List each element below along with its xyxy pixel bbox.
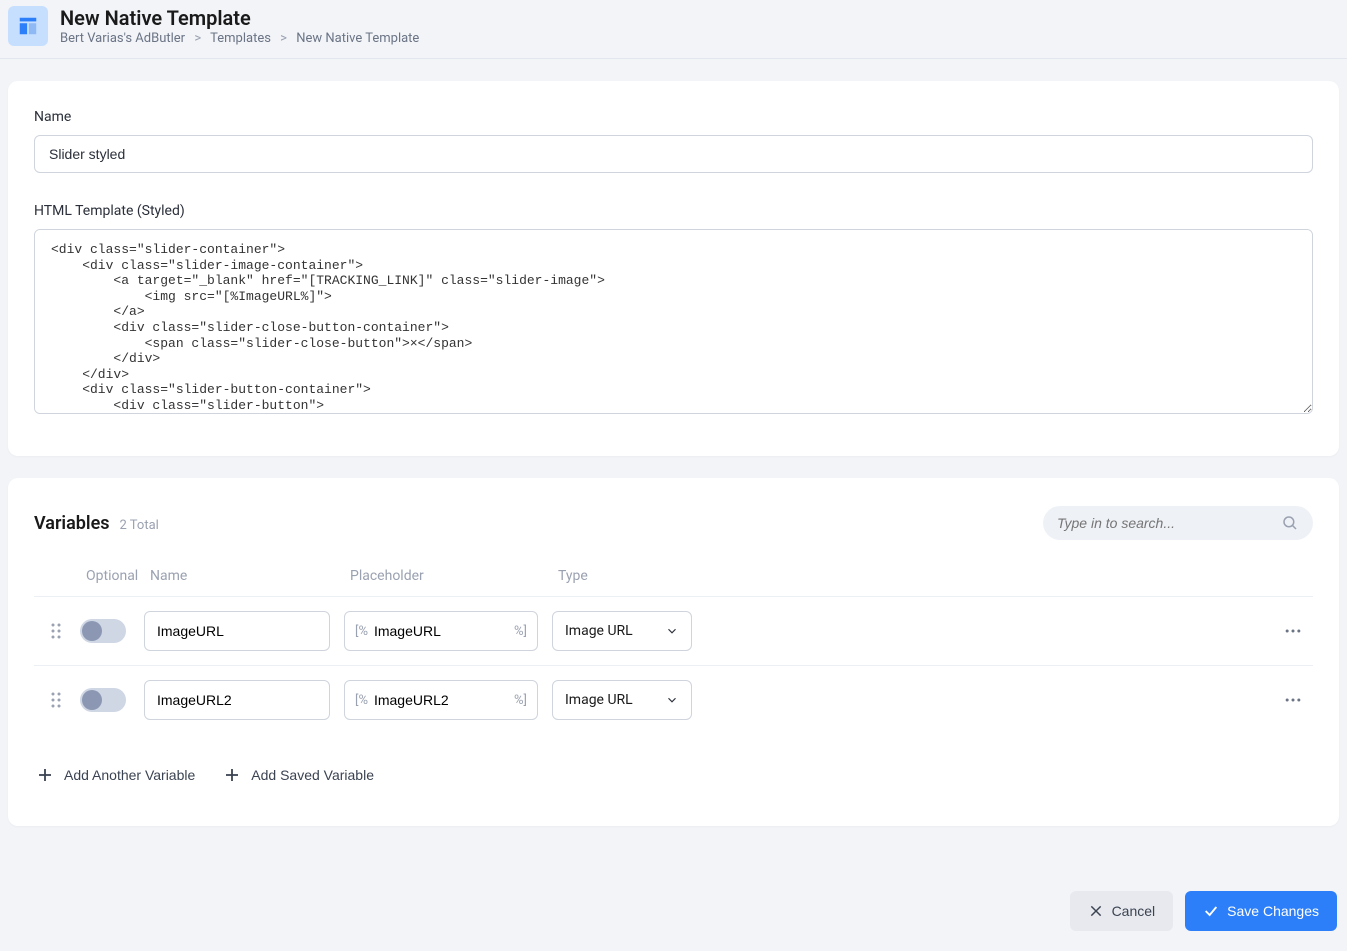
variables-search-input[interactable] (1057, 515, 1281, 531)
col-name: Name (144, 568, 344, 584)
plus-icon (36, 766, 54, 784)
chevron-down-icon (665, 693, 679, 707)
drag-handle-icon[interactable] (34, 623, 80, 639)
html-template-label: HTML Template (Styled) (34, 203, 1313, 219)
page-header: New Native Template Bert Varias's AdButl… (0, 0, 1347, 59)
variable-row: [% %] Image URL (34, 596, 1313, 665)
breadcrumb-root[interactable]: Bert Varias's AdButler (60, 31, 185, 46)
variable-placeholder-input[interactable]: [% %] (344, 611, 538, 651)
name-input[interactable] (34, 135, 1313, 173)
variables-table-head: Optional Name Placeholder Type (34, 560, 1313, 596)
template-form-panel: Name HTML Template (Styled) (8, 81, 1339, 456)
row-actions-menu[interactable] (1273, 690, 1313, 710)
optional-toggle[interactable] (80, 619, 126, 643)
variables-title: Variables (34, 513, 110, 534)
variable-name-input[interactable] (144, 611, 330, 651)
name-label: Name (34, 109, 1313, 125)
variables-panel: Variables 2 Total Optional Name Placehol… (8, 478, 1339, 826)
drag-handle-icon[interactable] (34, 692, 80, 708)
row-actions-menu[interactable] (1273, 621, 1313, 641)
close-icon (1088, 903, 1104, 919)
variables-count: 2 Total (120, 518, 159, 533)
footer-actions: Cancel Save Changes (1070, 891, 1337, 931)
html-template-editor[interactable] (34, 229, 1313, 414)
save-changes-button[interactable]: Save Changes (1185, 891, 1337, 931)
chevron-down-icon (665, 624, 679, 638)
breadcrumb: Bert Varias's AdButler > Templates > New… (60, 31, 419, 46)
col-optional: Optional (80, 568, 144, 584)
search-icon (1281, 514, 1299, 532)
optional-toggle[interactable] (80, 688, 126, 712)
breadcrumb-sep: > (194, 31, 201, 46)
variable-placeholder-input[interactable]: [% %] (344, 680, 538, 720)
add-another-variable-button[interactable]: Add Another Variable (34, 762, 197, 788)
plus-icon (223, 766, 241, 784)
variables-search[interactable] (1043, 506, 1313, 540)
page-title: New Native Template (60, 6, 419, 30)
variable-row: [% %] Image URL (34, 665, 1313, 734)
add-saved-variable-button[interactable]: Add Saved Variable (221, 762, 376, 788)
breadcrumb-current: New Native Template (296, 31, 419, 46)
breadcrumb-sep: > (280, 31, 287, 46)
col-type: Type (552, 568, 760, 584)
check-icon (1203, 903, 1219, 919)
variable-type-select[interactable]: Image URL (552, 680, 692, 720)
template-icon (8, 6, 48, 46)
col-placeholder: Placeholder (344, 568, 552, 584)
variable-name-input[interactable] (144, 680, 330, 720)
breadcrumb-templates[interactable]: Templates (210, 31, 271, 46)
variable-type-select[interactable]: Image URL (552, 611, 692, 651)
cancel-button[interactable]: Cancel (1070, 891, 1174, 931)
